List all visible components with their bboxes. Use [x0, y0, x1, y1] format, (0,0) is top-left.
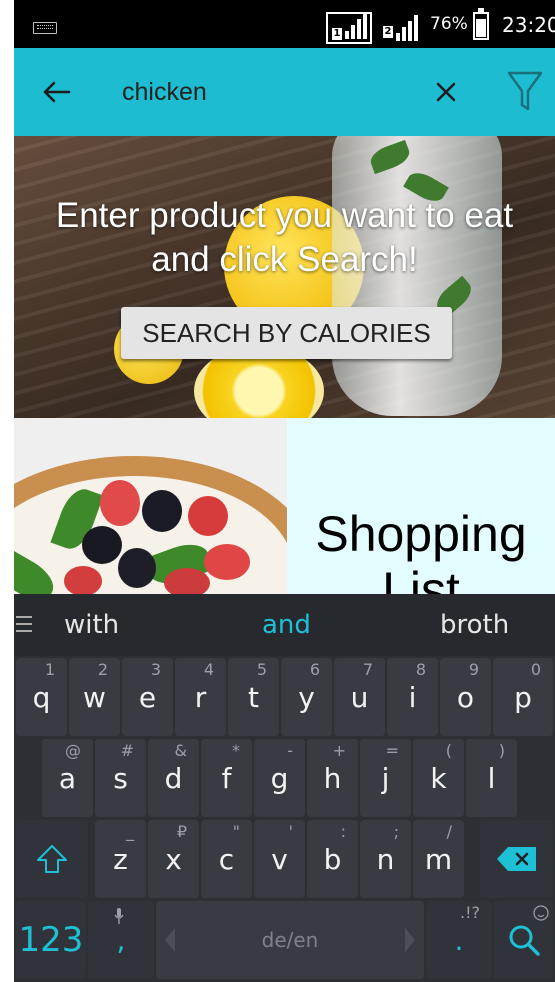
key-j[interactable]: = j: [360, 739, 411, 817]
soft-keyboard: with and broth 1q 2w 3e 4r 5t 6y 7u 8i 9…: [14, 594, 555, 982]
key-k[interactable]: (k: [413, 739, 464, 817]
phone-screen: 1 2 76% 23:20 chicken Enter product you …: [14, 0, 555, 982]
filter-funnel-icon: [507, 71, 543, 111]
microphone-icon: [114, 908, 124, 924]
key-o[interactable]: 9o: [440, 658, 491, 736]
key-p[interactable]: 0p: [493, 658, 553, 736]
numbers-key[interactable]: 123: [16, 901, 86, 979]
battery-icon: [473, 8, 489, 40]
space-key[interactable]: de/en: [156, 901, 424, 979]
shift-key[interactable]: [16, 820, 88, 898]
key-m[interactable]: / m: [413, 820, 464, 898]
search-app-bar: [14, 48, 555, 136]
keyboard-keys: 1q 2w 3e 4r 5t 6y 7u 8i 9o 0p @ a # s & d *…: [14, 656, 555, 982]
hero-message-line2: and click Search!: [151, 240, 418, 279]
key-e[interactable]: 3e: [122, 658, 173, 736]
key-q[interactable]: 1q: [16, 658, 67, 736]
key-w[interactable]: 2w: [69, 658, 120, 736]
suggestion-item[interactable]: broth: [440, 610, 509, 640]
period-key[interactable]: .!? .: [426, 901, 492, 979]
close-icon: [436, 82, 456, 102]
key-a[interactable]: @ a: [42, 739, 93, 817]
key-d[interactable]: & d: [148, 739, 199, 817]
hero-message-line1: Enter product you want to eat: [55, 196, 514, 235]
key-n[interactable]: ; n: [360, 820, 411, 898]
comma-key[interactable]: ,: [88, 901, 154, 979]
key-t[interactable]: 5t: [228, 658, 279, 736]
shift-arrow-icon: [37, 845, 67, 873]
search-input[interactable]: [122, 74, 402, 110]
key-x[interactable]: ₽ x: [148, 820, 199, 898]
clear-search-button[interactable]: [428, 74, 464, 110]
key-u[interactable]: 7u: [334, 658, 385, 736]
key-s[interactable]: # s: [95, 739, 146, 817]
search-icon: [509, 925, 540, 956]
clock: 23:20: [502, 13, 555, 37]
key-l[interactable]: ) l: [466, 739, 517, 817]
battery-percentage: 76%: [430, 14, 468, 34]
shopping-list-label: Shopping List: [315, 506, 527, 594]
backspace-icon: [496, 847, 536, 871]
keyboard-notification-icon: [33, 22, 57, 34]
suggestion-item[interactable]: with: [64, 610, 119, 640]
key-r[interactable]: 4r: [175, 658, 226, 736]
key-h[interactable]: + h: [307, 739, 358, 817]
filter-button[interactable]: [504, 68, 546, 114]
chevron-left-icon: [165, 928, 175, 952]
search-key[interactable]: [494, 901, 553, 979]
key-b[interactable]: :b: [307, 820, 358, 898]
key-g[interactable]: -g: [254, 739, 305, 817]
shopping-list-tile[interactable]: Shopping List: [287, 418, 555, 594]
emoji-icon: [533, 905, 549, 921]
sim2-signal-icon: 2: [379, 12, 425, 44]
suggestion-item-active[interactable]: and: [262, 610, 311, 640]
hero-message: Enter product you want to eat and click …: [14, 194, 555, 282]
key-i[interactable]: 8i: [387, 658, 438, 736]
sim1-signal-icon: 1: [326, 12, 372, 44]
search-by-calories-button[interactable]: SEARCH BY CALORIES: [121, 307, 452, 359]
back-button[interactable]: [36, 72, 76, 112]
key-y[interactable]: 6y: [281, 658, 332, 736]
menu-icon[interactable]: [16, 616, 32, 634]
sim1-number: 1: [332, 28, 342, 40]
key-c[interactable]: " c: [201, 820, 252, 898]
key-f[interactable]: * f: [201, 739, 252, 817]
hero-banner: Enter product you want to eat and click …: [14, 136, 555, 418]
sim2-number: 2: [383, 26, 393, 38]
chevron-right-icon: [405, 928, 415, 952]
key-v[interactable]: ' v: [254, 820, 305, 898]
arrow-left-icon: [43, 81, 71, 103]
language-label: de/en: [261, 928, 319, 952]
food-photo-tile[interactable]: [14, 418, 287, 594]
key-z[interactable]: _ z: [95, 820, 146, 898]
backspace-key[interactable]: [480, 820, 553, 898]
status-bar: 1 2 76% 23:20: [14, 0, 555, 48]
suggestion-bar: with and broth: [14, 594, 555, 656]
